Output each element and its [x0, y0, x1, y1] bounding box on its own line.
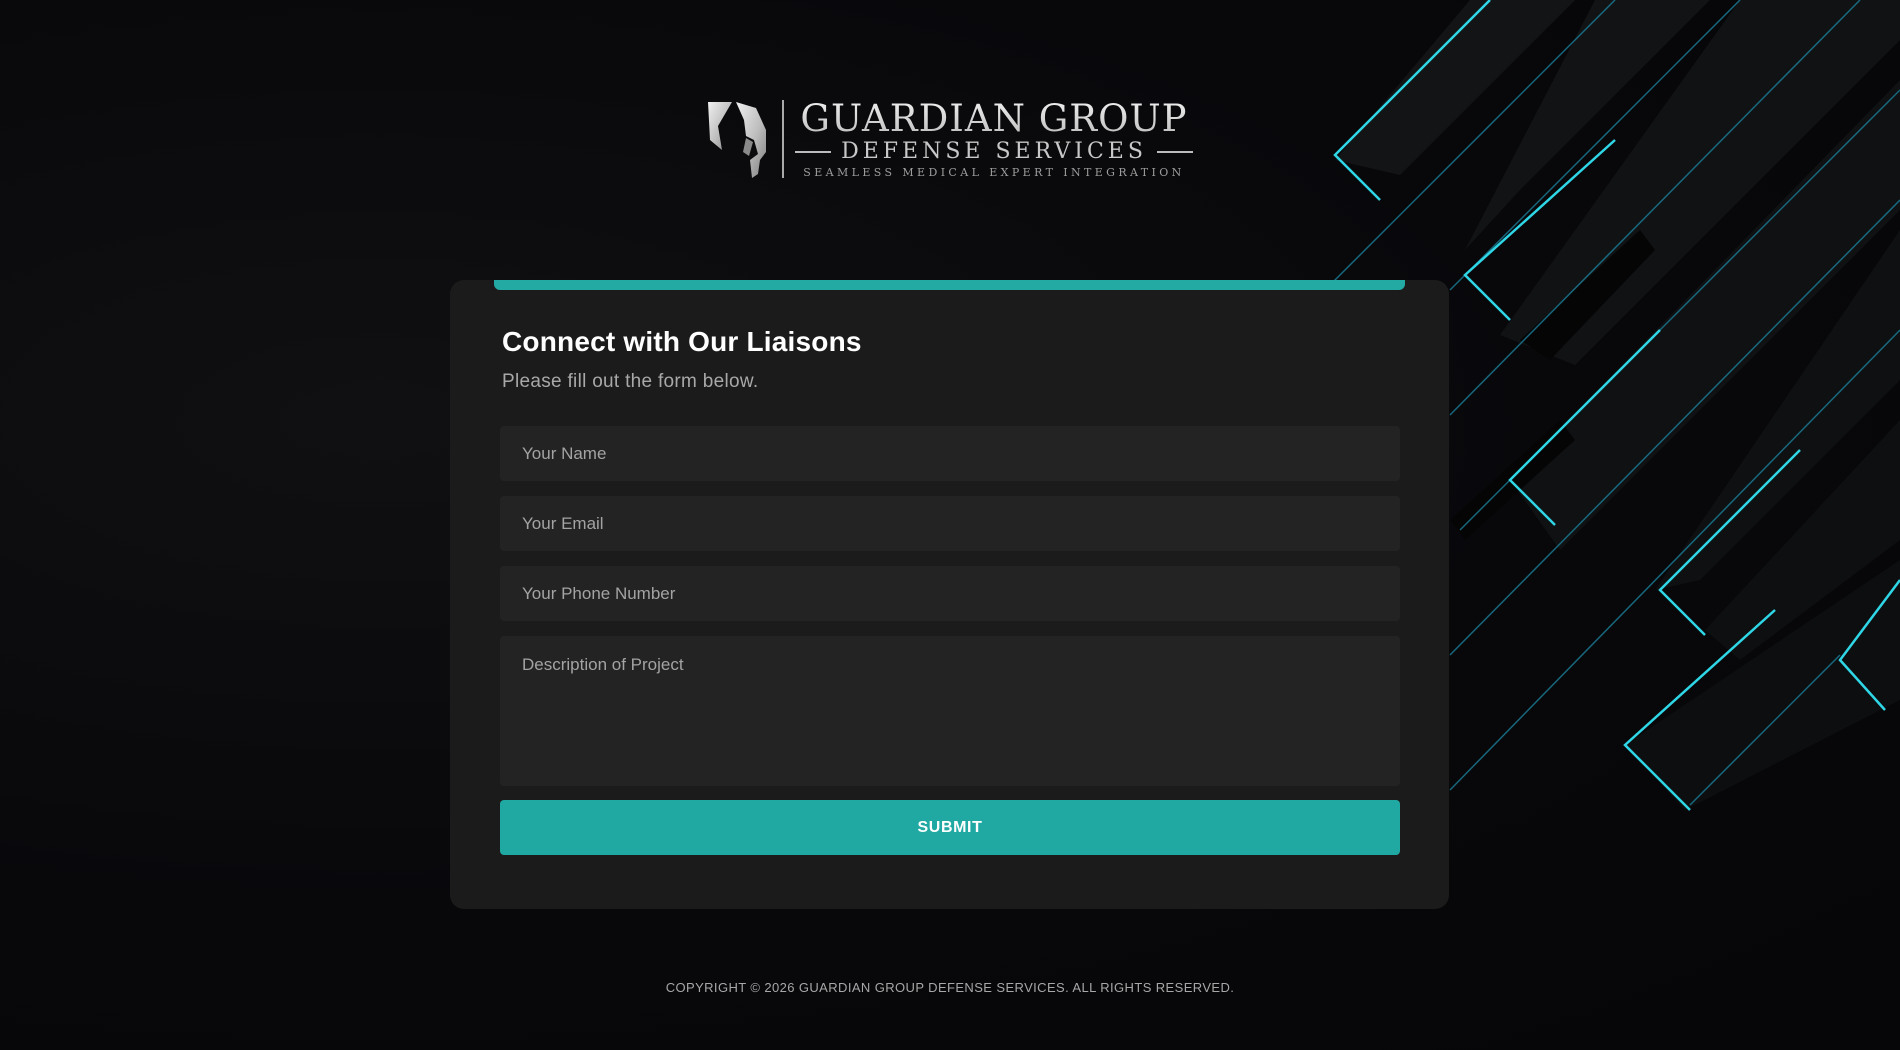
brand-subname-row: DEFENSE SERVICES: [794, 140, 1194, 164]
card-accent-bar: [494, 280, 1405, 290]
footer-copyright: COPYRIGHT © 2026 GUARDIAN GROUP DEFENSE …: [665, 980, 1235, 995]
logo-divider: [782, 100, 784, 178]
brand-subname: DEFENSE SERVICES: [841, 139, 1147, 164]
brand-logo[interactable]: GUARDIAN GROUP DEFENSE SERVICES SEAMLESS…: [706, 98, 1196, 182]
form-subtitle: Please fill out the form below.: [502, 371, 759, 392]
brand-wordmark: GUARDIAN GROUP DEFENSE SERVICES SEAMLESS…: [794, 98, 1194, 182]
form-title: Connect with Our Liaisons: [502, 326, 862, 357]
contact-form-card: Connect with Our Liaisons Please fill ou…: [450, 280, 1449, 909]
helmet-icon: [708, 102, 766, 178]
page: GUARDIAN GROUP DEFENSE SERVICES SEAMLESS…: [0, 0, 1900, 1050]
submit-button[interactable]: SUBMIT: [500, 800, 1400, 855]
brand-tagline: SEAMLESS MEDICAL EXPERT INTEGRATION: [803, 166, 1185, 179]
brand-name: GUARDIAN GROUP: [794, 98, 1194, 140]
name-input[interactable]: [500, 426, 1400, 481]
email-input[interactable]: [500, 496, 1400, 551]
left-dash: [795, 151, 832, 153]
right-dash: [1156, 151, 1193, 153]
phone-input[interactable]: [500, 566, 1400, 621]
description-textarea[interactable]: [500, 636, 1400, 786]
